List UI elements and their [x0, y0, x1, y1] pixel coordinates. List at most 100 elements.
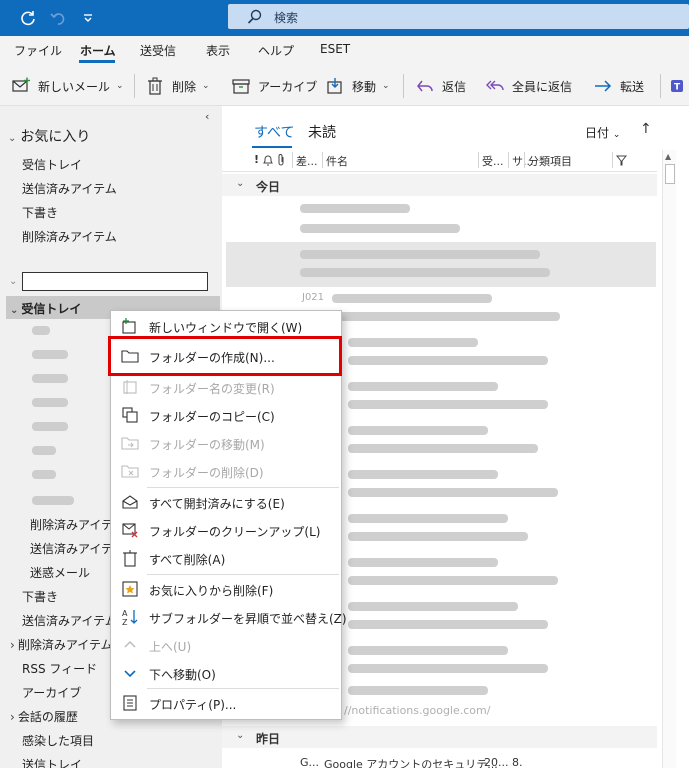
chevron-down-icon: ⌄ [10, 305, 19, 316]
menu-item-mark-all-read[interactable]: すべて開封済みにする(E) [111, 489, 341, 515]
received-column-header[interactable]: 受... [482, 153, 504, 169]
group-today[interactable]: ⌄ 今日 [222, 174, 657, 196]
tab-home[interactable]: ホーム [80, 42, 116, 59]
blurred-subfolder[interactable] [32, 374, 68, 383]
chevron-down-icon [124, 670, 136, 678]
chevron-down-icon[interactable]: ⌄ [202, 81, 210, 91]
folder-inbox[interactable]: ⌄ 受信トレイ [10, 300, 81, 317]
tab-eset[interactable]: ESET [320, 42, 350, 56]
blurred-subfolder[interactable] [32, 326, 50, 335]
delete-folder-icon [121, 465, 139, 478]
blurred-subfolder[interactable] [32, 422, 68, 431]
menu-item-sort-subfolders[interactable]: AZ サブフォルダーを昇順で並べ替え(Z) [111, 604, 347, 630]
folder-conversation-history[interactable]: › 会話の履歴 [10, 708, 78, 725]
tab-send-receive[interactable]: 送受信 [140, 42, 176, 59]
reminder-column-icon[interactable] [262, 154, 274, 166]
forward-button[interactable]: 転送 [594, 75, 644, 97]
teams-button[interactable]: T [670, 75, 689, 97]
sync-icon[interactable] [18, 8, 38, 28]
tab-file[interactable]: ファイル [14, 42, 62, 59]
chevron-down-icon[interactable]: ⌄ [116, 81, 124, 91]
category-column-header[interactable]: 分類項目 [528, 153, 572, 169]
flag-column-icon[interactable] [616, 155, 627, 166]
blurred-subfolder[interactable] [32, 398, 68, 407]
filter-unread-tab[interactable]: 未読 [308, 122, 336, 142]
folder-archive[interactable]: アーカイブ [22, 684, 81, 701]
menu-item-copy-folder[interactable]: フォルダーのコピー(C) [111, 402, 341, 428]
tab-view[interactable]: 表示 [206, 42, 230, 59]
blurred-subfolder[interactable] [32, 496, 74, 505]
blurred-sender [348, 558, 498, 567]
menu-divider [147, 574, 339, 575]
chevron-down-icon[interactable]: ⌄ [382, 81, 390, 91]
message-row-selected[interactable] [226, 242, 656, 287]
blurred-subfolder[interactable] [32, 446, 56, 455]
move-button[interactable]: 移動 ⌄ [326, 75, 390, 97]
favorite-item-drafts[interactable]: 下書き [22, 204, 58, 221]
account-name-box[interactable] [22, 272, 208, 291]
menu-item-cleanup-folder[interactable]: フォルダーのクリーンアップ(L) [111, 517, 341, 543]
menu-item-label: 新しいウィンドウで開く(W) [149, 321, 303, 335]
menu-item-move-up[interactable]: 上へ(U) [111, 632, 341, 658]
blurred-subfolder[interactable] [32, 470, 56, 479]
delete-button[interactable]: 削除 ⌄ [146, 75, 210, 97]
divider [134, 74, 135, 98]
filter-all-tab[interactable]: すべて [254, 122, 294, 142]
menu-item-rename-folder[interactable]: フォルダー名の変更(R) [111, 374, 341, 400]
favorites-header[interactable]: ⌄ お気に入り [8, 126, 90, 146]
subfolder-junk[interactable]: 迷惑メール [30, 564, 90, 581]
scroll-up-icon[interactable]: ▲ [665, 152, 671, 161]
menu-item-move-folder[interactable]: フォルダーの移動(M) [111, 430, 341, 456]
subject-column-header[interactable]: 件名 [326, 153, 348, 169]
search-box[interactable]: 検索 [228, 4, 689, 29]
menu-item-delete-all[interactable]: すべて削除(A) [111, 545, 341, 571]
blurred-subfolder[interactable] [32, 350, 68, 359]
attachment-column-icon[interactable] [276, 154, 286, 166]
favorite-item-deleted[interactable]: 削除済みアイテム [22, 228, 117, 245]
message-row[interactable] [226, 198, 656, 243]
folder-outbox[interactable]: 送信トレイ [22, 756, 82, 768]
folder-deleted[interactable]: › 削除済みアイテム [10, 636, 113, 653]
new-mail-button[interactable]: 新しいメール ⌄ [12, 75, 124, 97]
reply-all-label: 全員に返信 [512, 79, 573, 94]
menu-item-label: 下へ移動(O) [149, 668, 216, 682]
folder-sent[interactable]: 送信済みアイテム [22, 612, 117, 629]
column-header-row: ! 差... 件名 受... サ... 分類項目 [222, 148, 657, 172]
chevron-down-icon[interactable]: ⌄ [9, 276, 17, 287]
collapse-pane-icon[interactable]: ‹ [205, 110, 209, 123]
message-list-scrollbar[interactable]: ▲ [662, 150, 676, 768]
reply-button[interactable]: 返信 [416, 75, 466, 97]
folder-infected[interactable]: 感染した項目 [22, 732, 94, 749]
divider [660, 74, 661, 98]
blurred-sender [348, 686, 488, 695]
menu-item-properties[interactable]: プロパティ(P)... [111, 690, 341, 716]
sender-column-header[interactable]: 差... [296, 153, 318, 169]
menu-item-label: すべて削除(A) [149, 553, 226, 567]
folder-drafts[interactable]: 下書き [22, 588, 58, 605]
sort-by-label: 日付 [585, 126, 610, 140]
menu-item-move-down[interactable]: 下へ移動(O) [111, 660, 341, 686]
message-subject[interactable]: Google アカウントのセキュリテ... [324, 756, 498, 768]
menu-item-label: プロパティ(P)... [149, 698, 237, 712]
importance-column-icon[interactable]: ! [254, 153, 259, 166]
chevron-down-icon: ⌄ [236, 178, 245, 189]
group-yesterday[interactable]: ⌄ 昨日 [222, 726, 657, 748]
menu-item-label: フォルダーのクリーンアップ(L) [149, 525, 321, 539]
tab-help[interactable]: ヘルプ [258, 42, 294, 59]
archive-button[interactable]: アーカイブ [232, 75, 317, 97]
message-size: 8. [512, 756, 523, 768]
quick-access-dropdown-icon[interactable] [78, 8, 98, 28]
scrollbar-thumb[interactable] [665, 164, 675, 184]
trash-icon [148, 77, 162, 95]
menu-item-remove-favorite[interactable]: お気に入りから削除(F) [111, 576, 341, 602]
sort-by-dropdown[interactable]: 日付 ⌄ [585, 124, 620, 141]
favorite-item-inbox[interactable]: 受信トレイ [22, 156, 82, 173]
menu-item-delete-folder[interactable]: フォルダーの削除(D) [111, 458, 341, 484]
favorite-item-sent[interactable]: 送信済みアイテム [22, 180, 117, 197]
blurred-subject [348, 488, 558, 497]
message-sender[interactable]: G... [300, 756, 319, 768]
sort-direction-icon[interactable]: ↑ [640, 121, 652, 137]
reply-all-button[interactable]: 全員に返信 [486, 75, 572, 97]
folder-rss[interactable]: RSS フィード [22, 660, 97, 677]
undo-icon[interactable] [48, 8, 68, 28]
